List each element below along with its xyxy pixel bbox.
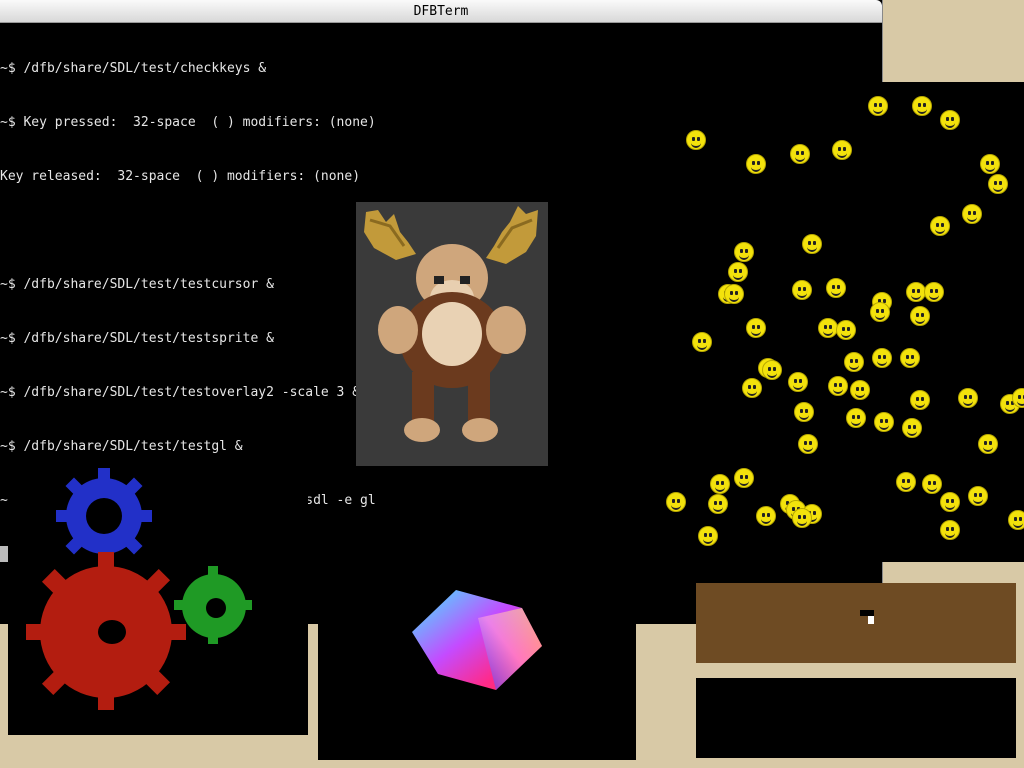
smiley-icon (828, 376, 848, 396)
window-title: DFBTerm (413, 3, 469, 19)
color-cube-icon (412, 590, 542, 690)
sprite-test-window[interactable] (662, 82, 1024, 562)
smiley-icon (844, 352, 864, 372)
smiley-icon (710, 474, 730, 494)
smiley-icon (792, 280, 812, 300)
text-cursor (0, 546, 8, 562)
smiley-icon (708, 494, 728, 514)
smiley-icon (940, 520, 960, 540)
smiley-icon (924, 282, 944, 302)
cursor-test-window[interactable] (696, 583, 1016, 663)
smiley-icon (906, 282, 926, 302)
smiley-icon (968, 486, 988, 506)
smiley-icon (826, 278, 846, 298)
smiley-icon (818, 318, 838, 338)
smiley-icon (1008, 510, 1024, 530)
smiley-icon (756, 506, 776, 526)
mouse-cursor-hotspot-icon (868, 616, 874, 624)
smiley-icon (874, 412, 894, 432)
smiley-icon (666, 492, 686, 512)
blue-gear-icon (56, 468, 152, 564)
smiley-icon (980, 154, 1000, 174)
smiley-icon (850, 380, 870, 400)
smiley-icon (900, 348, 920, 368)
smiley-icon (692, 332, 712, 352)
gl-window[interactable] (318, 508, 636, 760)
smiley-icon (762, 360, 782, 380)
smiley-icon (930, 216, 950, 236)
smiley-icon (870, 302, 890, 322)
smiley-icon (912, 96, 932, 116)
smiley-icon (698, 526, 718, 546)
smiley-icon (686, 130, 706, 150)
smiley-icon (922, 474, 942, 494)
smiley-icon (896, 472, 916, 492)
smiley-icon (846, 408, 866, 428)
smiley-icon (962, 204, 982, 224)
smiley-icon (988, 174, 1008, 194)
smiley-icon (746, 318, 766, 338)
smiley-icon (872, 348, 892, 368)
red-gear-icon (26, 552, 186, 710)
smiley-icon (836, 320, 856, 340)
moose-icon (364, 206, 538, 442)
smiley-icon (910, 390, 930, 410)
smiley-icon (958, 388, 978, 408)
smiley-icon (868, 96, 888, 116)
smiley-icon (910, 306, 930, 326)
smiley-icon (832, 140, 852, 160)
smiley-icon (902, 418, 922, 438)
smiley-icon (792, 508, 812, 528)
smiley-icon (802, 234, 822, 254)
overlay-test-window[interactable] (696, 678, 1016, 758)
moose-sprite-window[interactable] (356, 202, 548, 466)
smiley-icon (790, 144, 810, 164)
gears-icon (26, 468, 252, 710)
smiley-icon (978, 434, 998, 454)
window-titlebar[interactable]: DFBTerm (0, 0, 882, 23)
smiley-icon (728, 262, 748, 282)
smiley-icon (788, 372, 808, 392)
smiley-icon (798, 434, 818, 454)
smiley-icon (742, 378, 762, 398)
smiley-icon (794, 402, 814, 422)
smiley-icon (940, 110, 960, 130)
smiley-icon (746, 154, 766, 174)
gears-window[interactable] (8, 460, 308, 735)
terminal-line: ~$ /dfb/share/SDL/test/checkkeys & (0, 61, 267, 76)
smiley-icon (734, 468, 754, 488)
smiley-icon (734, 242, 754, 262)
smiley-icon (940, 492, 960, 512)
smiley-icon (724, 284, 744, 304)
